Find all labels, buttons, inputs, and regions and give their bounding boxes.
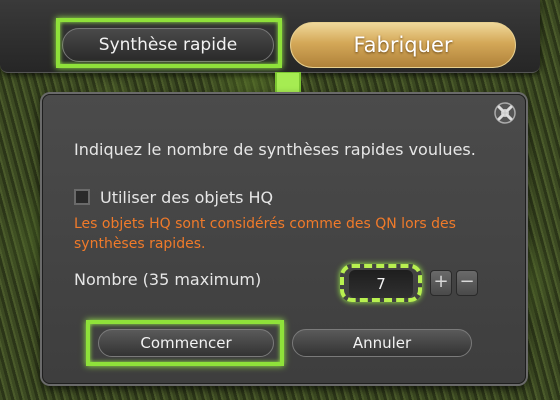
dialog-prompt: Indiquez le nombre de synthèses rapides … xyxy=(74,140,476,159)
cancel-label: Annuler xyxy=(352,334,412,352)
hq-checkbox-row[interactable]: Utiliser des objets HQ xyxy=(74,186,273,208)
quantity-label: Nombre (35 maximum) xyxy=(74,270,262,289)
craft-button[interactable]: Fabriquer xyxy=(290,22,516,68)
close-icon[interactable] xyxy=(494,102,516,124)
quantity-highlight xyxy=(340,264,422,302)
decrement-button[interactable]: − xyxy=(456,270,478,296)
increment-button[interactable]: + xyxy=(430,270,452,296)
quick-synthesis-highlight xyxy=(56,18,282,68)
hq-checkbox-label: Utiliser des objets HQ xyxy=(100,187,274,207)
cancel-button[interactable]: Annuler xyxy=(292,329,472,357)
craft-label: Fabriquer xyxy=(353,33,453,57)
hq-warning-text: Les objets HQ sont considérés comme des … xyxy=(74,216,456,252)
start-highlight xyxy=(86,320,284,366)
hq-checkbox[interactable] xyxy=(74,189,90,205)
